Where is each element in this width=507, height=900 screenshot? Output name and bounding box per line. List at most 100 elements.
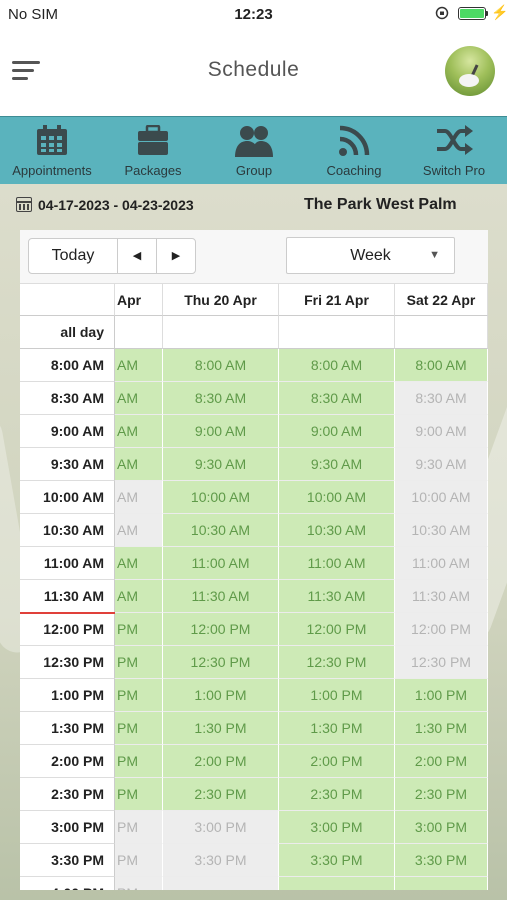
available-slot[interactable]: 8:30 AM <box>163 382 279 415</box>
tab-coaching[interactable]: Coaching <box>304 117 404 185</box>
time-label: 4:00 PM <box>20 877 115 890</box>
time-slot-row: 10:30 AM AM 10:30 AM 10:30 AM 10:30 AM <box>20 514 488 547</box>
time-label: 2:00 PM <box>20 745 115 778</box>
tab-appointments[interactable]: Appointments <box>2 117 102 185</box>
tab-label: Group <box>235 163 273 178</box>
available-slot[interactable]: 9:00 AM <box>279 415 395 448</box>
tab-packages[interactable]: Packages <box>103 117 203 185</box>
available-slot[interactable]: PM <box>115 613 163 646</box>
available-slot[interactable]: 11:30 AM <box>279 580 395 613</box>
available-slot[interactable]: AM <box>115 448 163 481</box>
available-slot[interactable]: 10:00 AM <box>279 481 395 514</box>
available-slot[interactable]: AM <box>115 415 163 448</box>
available-slot[interactable] <box>395 877 488 890</box>
available-slot[interactable]: 3:30 PM <box>395 844 488 877</box>
time-slot-row: 1:30 PM PM 1:30 PM 1:30 PM 1:30 PM <box>20 712 488 745</box>
time-label: 1:00 PM <box>20 679 115 712</box>
rss-icon <box>339 125 370 156</box>
available-slot[interactable]: 12:00 PM <box>163 613 279 646</box>
all-day-cell[interactable] <box>163 316 279 349</box>
available-slot[interactable]: 1:30 PM <box>279 712 395 745</box>
available-slot[interactable]: 8:00 AM <box>279 349 395 382</box>
clock: 12:23 <box>234 6 273 23</box>
battery-icon <box>458 7 486 20</box>
tab-group[interactable]: Group <box>204 117 304 185</box>
available-slot[interactable]: 3:00 PM <box>395 811 488 844</box>
time-slot-row: 2:00 PM PM 2:00 PM 2:00 PM 2:00 PM <box>20 745 488 778</box>
day-header: Thu 20 Apr <box>163 283 279 316</box>
available-slot[interactable]: 8:30 AM <box>279 382 395 415</box>
available-slot[interactable]: 10:00 AM <box>163 481 279 514</box>
available-slot[interactable]: 9:30 AM <box>163 448 279 481</box>
available-slot[interactable]: 10:30 AM <box>163 514 279 547</box>
available-slot[interactable]: 8:00 AM <box>395 349 488 382</box>
time-label: 12:00 PM <box>20 613 115 646</box>
available-slot[interactable]: 2:00 PM <box>279 745 395 778</box>
time-slot-row: 3:00 PM PM 3:00 PM 3:00 PM 3:00 PM <box>20 811 488 844</box>
time-slot-row: 11:30 AM AM 11:30 AM 11:30 AM 11:30 AM <box>20 580 488 613</box>
unavailable-slot: 12:30 PM <box>395 646 488 679</box>
all-day-cell[interactable] <box>279 316 395 349</box>
available-slot[interactable]: 2:30 PM <box>395 778 488 811</box>
view-select[interactable]: Week ▼ <box>286 237 455 274</box>
available-slot[interactable]: 12:30 PM <box>279 646 395 679</box>
unavailable-slot: 9:00 AM <box>395 415 488 448</box>
time-slot-row: 3:30 PM PM 3:30 PM 3:30 PM 3:30 PM <box>20 844 488 877</box>
available-slot[interactable]: PM <box>115 646 163 679</box>
next-week-button[interactable]: ▶ <box>156 238 196 274</box>
available-slot[interactable]: PM <box>115 679 163 712</box>
available-slot[interactable]: 2:30 PM <box>279 778 395 811</box>
available-slot[interactable]: 2:30 PM <box>163 778 279 811</box>
available-slot[interactable]: 1:00 PM <box>279 679 395 712</box>
available-slot[interactable]: PM <box>115 778 163 811</box>
available-slot[interactable]: 1:30 PM <box>395 712 488 745</box>
available-slot[interactable]: AM <box>115 547 163 580</box>
briefcase-icon <box>138 125 168 155</box>
available-slot[interactable]: 8:00 AM <box>163 349 279 382</box>
available-slot[interactable]: PM <box>115 712 163 745</box>
available-slot[interactable]: AM <box>115 349 163 382</box>
unavailable-slot: 10:30 AM <box>395 514 488 547</box>
available-slot[interactable]: 12:30 PM <box>163 646 279 679</box>
unavailable-slot: AM <box>115 514 163 547</box>
available-slot[interactable]: 11:00 AM <box>279 547 395 580</box>
prev-week-button[interactable]: ◀ <box>117 238 157 274</box>
avatar[interactable] <box>445 46 495 96</box>
available-slot[interactable]: 3:00 PM <box>279 811 395 844</box>
tab-label: Appointments <box>12 163 92 178</box>
available-slot[interactable]: 11:00 AM <box>163 547 279 580</box>
shuffle-icon <box>437 125 473 155</box>
group-icon <box>235 126 273 157</box>
available-slot[interactable]: 12:00 PM <box>279 613 395 646</box>
available-slot[interactable]: 1:00 PM <box>395 679 488 712</box>
available-slot[interactable]: 3:30 PM <box>279 844 395 877</box>
available-slot[interactable]: 1:00 PM <box>163 679 279 712</box>
available-slot[interactable]: AM <box>115 382 163 415</box>
tab-label: Coaching <box>326 163 382 178</box>
all-day-cell[interactable] <box>115 316 163 349</box>
column-header-row: Apr Thu 20 Apr Fri 21 Apr Sat 22 Apr <box>20 283 488 316</box>
time-slot-row: 4:00 PMPM <box>20 877 488 890</box>
available-slot[interactable]: 2:00 PM <box>395 745 488 778</box>
available-slot[interactable]: 9:30 AM <box>279 448 395 481</box>
all-day-cell[interactable] <box>395 316 488 349</box>
unavailable-slot: 9:30 AM <box>395 448 488 481</box>
available-slot[interactable]: 1:30 PM <box>163 712 279 745</box>
time-slot-row: 1:00 PM PM 1:00 PM 1:00 PM 1:00 PM <box>20 679 488 712</box>
tab-switch-pro[interactable]: Switch Pro <box>404 117 504 185</box>
today-button[interactable]: Today <box>28 238 118 274</box>
available-slot[interactable]: 9:00 AM <box>163 415 279 448</box>
unavailable-slot <box>163 877 279 890</box>
time-slot-row: 2:30 PM PM 2:30 PM 2:30 PM 2:30 PM <box>20 778 488 811</box>
available-slot[interactable]: 11:30 AM <box>163 580 279 613</box>
available-slot[interactable]: 2:00 PM <box>163 745 279 778</box>
tab-bar: Appointments Packages Group Coaching Swi… <box>0 116 507 186</box>
time-label: 10:00 AM <box>20 481 115 514</box>
available-slot[interactable]: PM <box>115 745 163 778</box>
unavailable-slot: 12:00 PM <box>395 613 488 646</box>
available-slot[interactable]: AM <box>115 580 163 613</box>
date-range-bar: 04-17-2023 - 04-23-2023 The Park West Pa… <box>0 184 507 228</box>
unavailable-slot: 3:30 PM <box>163 844 279 877</box>
available-slot[interactable]: 10:30 AM <box>279 514 395 547</box>
available-slot[interactable] <box>279 877 395 890</box>
